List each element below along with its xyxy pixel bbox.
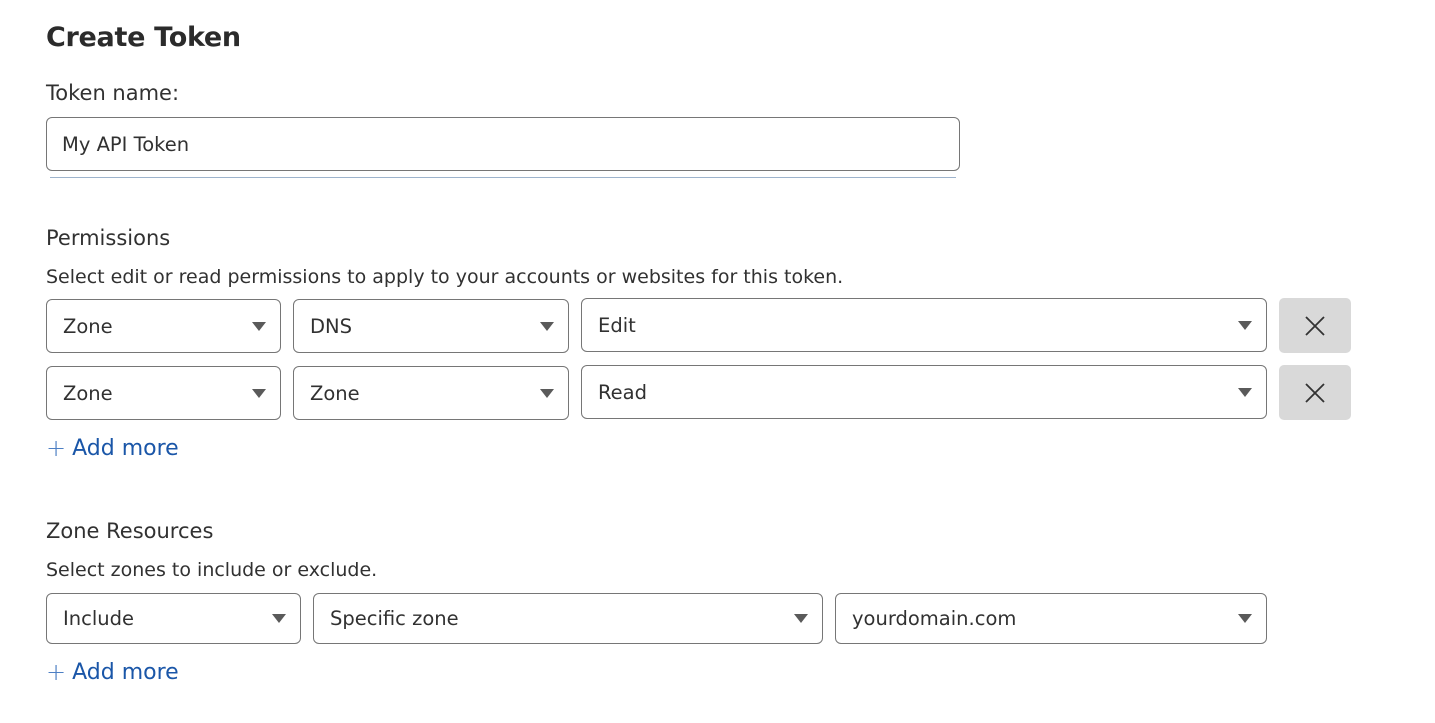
add-more-label: Add more bbox=[72, 435, 179, 461]
page-title: Create Token bbox=[46, 22, 241, 53]
chevron-down-icon bbox=[794, 614, 808, 623]
select-value: yourdomain.com bbox=[852, 607, 1017, 630]
plus-icon: + bbox=[46, 434, 67, 462]
permission-scope-select[interactable]: Zone bbox=[46, 299, 281, 353]
token-name-label: Token name: bbox=[46, 81, 180, 105]
permission-access-select[interactable]: Edit bbox=[581, 298, 1267, 352]
input-underline bbox=[50, 177, 956, 178]
permissions-heading: Permissions bbox=[46, 226, 171, 250]
add-permission-link[interactable]: + Add more bbox=[46, 434, 179, 462]
select-value: Zone bbox=[310, 381, 360, 405]
remove-permission-button[interactable] bbox=[1279, 298, 1351, 353]
select-value: Read bbox=[598, 380, 647, 404]
chevron-down-icon bbox=[252, 321, 266, 331]
chevron-down-icon bbox=[272, 614, 286, 623]
zone-select[interactable]: yourdomain.com bbox=[835, 593, 1267, 644]
close-icon bbox=[1305, 315, 1325, 336]
select-value: DNS bbox=[310, 314, 352, 338]
add-more-label: Add more bbox=[72, 659, 179, 685]
permission-resource-select[interactable]: Zone bbox=[293, 366, 569, 420]
chevron-down-icon bbox=[540, 388, 554, 398]
select-value: Specific zone bbox=[330, 607, 459, 630]
select-value: Zone bbox=[63, 314, 113, 338]
zone-mode-select[interactable]: Include bbox=[46, 593, 301, 644]
chevron-down-icon bbox=[1238, 320, 1252, 330]
plus-icon: + bbox=[46, 658, 67, 686]
permission-resource-select[interactable]: DNS bbox=[293, 299, 569, 353]
token-name-input[interactable]: My API Token bbox=[46, 117, 960, 171]
zone-resources-description: Select zones to include or exclude. bbox=[46, 559, 378, 581]
close-icon bbox=[1305, 382, 1325, 403]
select-value: Edit bbox=[598, 313, 636, 337]
chevron-down-icon bbox=[540, 321, 554, 331]
permissions-description: Select edit or read permissions to apply… bbox=[46, 266, 844, 288]
token-name-value: My API Token bbox=[62, 132, 190, 156]
select-value: Zone bbox=[63, 381, 113, 405]
add-zone-resource-link[interactable]: + Add more bbox=[46, 658, 179, 686]
remove-permission-button[interactable] bbox=[1279, 365, 1351, 420]
zone-type-select[interactable]: Specific zone bbox=[313, 593, 823, 644]
permission-access-select[interactable]: Read bbox=[581, 365, 1267, 419]
select-value: Include bbox=[63, 607, 134, 630]
chevron-down-icon bbox=[1238, 614, 1252, 623]
permission-scope-select[interactable]: Zone bbox=[46, 366, 281, 420]
zone-resources-heading: Zone Resources bbox=[46, 519, 214, 543]
chevron-down-icon bbox=[1238, 387, 1252, 397]
chevron-down-icon bbox=[252, 388, 266, 398]
